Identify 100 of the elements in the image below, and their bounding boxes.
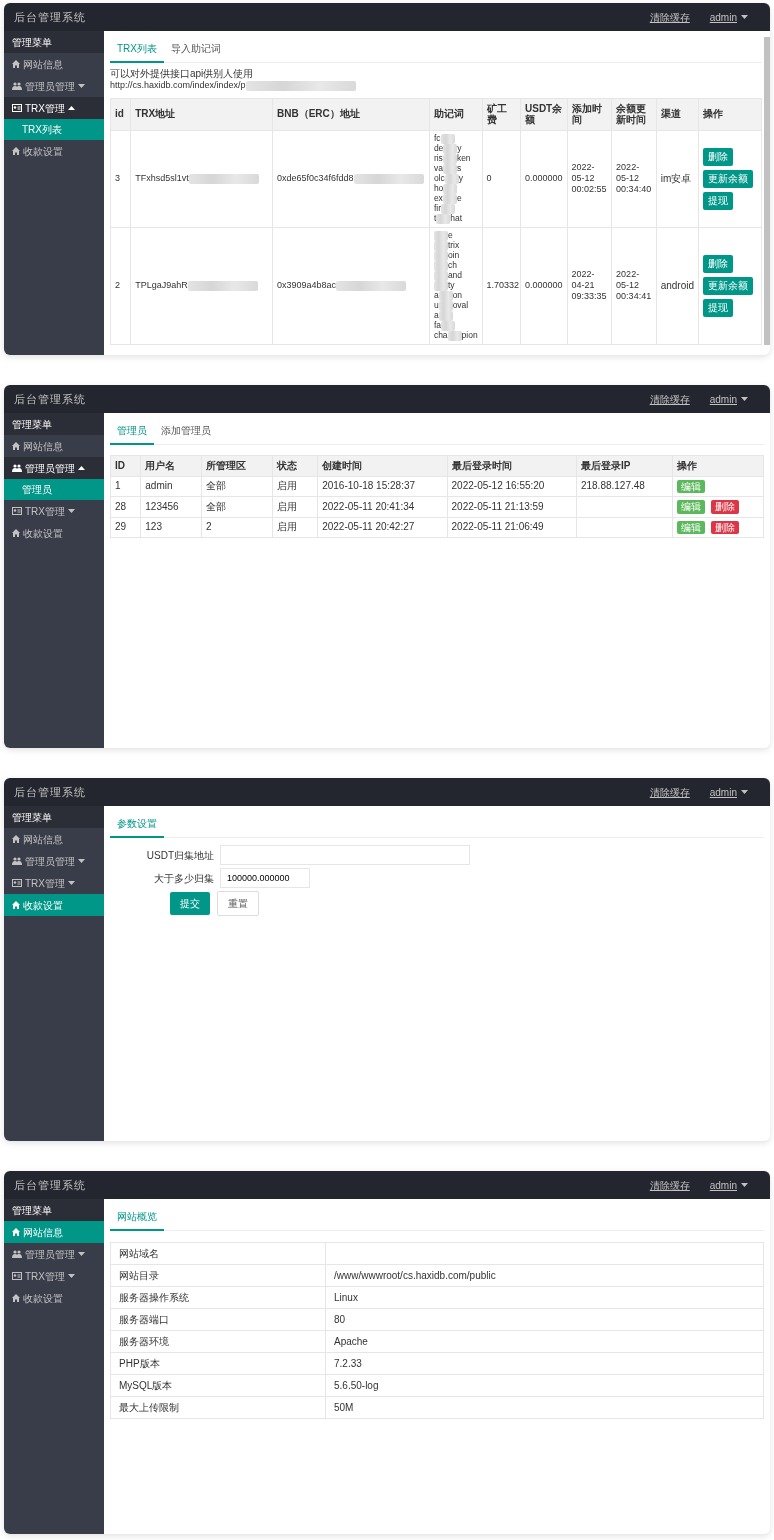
sidebar-item[interactable]: TRX管理 <box>4 1265 104 1287</box>
blurred-text <box>433 230 448 241</box>
column-header: TRX地址 <box>130 98 273 130</box>
blurred-text <box>442 193 457 204</box>
sidebar-title: 管理菜单 <box>4 31 104 53</box>
blurred-text <box>444 173 459 184</box>
tab[interactable]: 管理员 <box>110 419 154 445</box>
mnemonic-fragment: fir <box>433 202 441 213</box>
action-button[interactable]: 提现 <box>703 191 734 210</box>
table-cell: 2 <box>110 227 131 344</box>
input-field[interactable]: 100000.000000 <box>220 868 310 888</box>
form-button[interactable]: 提交 <box>170 892 210 915</box>
table-cell: 网站域名 <box>110 1242 326 1265</box>
sidebar-item[interactable]: TRX管理 <box>4 872 104 894</box>
home-icon <box>12 529 20 537</box>
action-button[interactable]: 删除 <box>710 520 739 534</box>
sidebar-item[interactable]: 管理员管理 <box>4 1243 104 1265</box>
table-cell: im安卓 <box>656 130 699 227</box>
users-icon <box>12 857 22 865</box>
tab[interactable]: TRX列表 <box>110 37 164 63</box>
table-cell: 2022-05-11 20:41:34 <box>317 496 448 517</box>
users-icon <box>12 464 22 472</box>
table-cell: 启用 <box>272 496 318 517</box>
sidebar-item[interactable]: 收款设置 <box>4 522 104 544</box>
id-card-icon <box>12 104 22 112</box>
action-button[interactable]: 更新余额 <box>703 276 754 295</box>
caret-icon <box>741 397 748 401</box>
blurred-text <box>441 320 455 331</box>
action-button[interactable]: 更新余额 <box>703 169 754 188</box>
column-header: id <box>110 98 131 130</box>
tab[interactable]: 参数设置 <box>110 812 164 838</box>
column-header: 状态 <box>272 455 318 476</box>
table-cell: 50M <box>325 1396 764 1419</box>
tab[interactable]: 添加管理员 <box>154 419 218 445</box>
table-cell: 最大上传限制 <box>110 1396 326 1419</box>
blurred-text <box>440 133 455 144</box>
sidebar-item[interactable]: 网站信息 <box>4 828 104 850</box>
field-label: 大于多少归集 <box>153 871 215 886</box>
mnemonic-fragment: ho <box>433 182 444 193</box>
sidebar-item[interactable]: 网站信息 <box>4 435 104 457</box>
sidebar-item[interactable]: 网站信息 <box>4 53 104 75</box>
form-button[interactable]: 重置 <box>217 891 259 916</box>
clear-cache-link[interactable]: 清除缓存 <box>649 784 690 800</box>
mnemonic-fragment: fa <box>433 319 441 330</box>
sidebar-item[interactable]: TRX管理 <box>4 97 104 119</box>
sidebar-item[interactable]: 管理员管理 <box>4 457 104 479</box>
mnemonic-fragment: t <box>433 212 437 223</box>
home-icon <box>12 147 20 155</box>
blurred-text <box>447 330 462 341</box>
sidebar-title: 管理菜单 <box>4 1199 104 1221</box>
column-header: 矿工费 <box>482 98 521 130</box>
clear-cache-link[interactable]: 清除缓存 <box>649 9 690 25</box>
table-cell: android <box>656 227 699 344</box>
table-cell: 80 <box>325 1308 764 1331</box>
user-menu[interactable]: admin <box>709 1177 748 1193</box>
action-button[interactable]: 删除 <box>710 500 739 514</box>
sidebar-item[interactable]: TRX管理 <box>4 500 104 522</box>
clear-cache-link[interactable]: 清除缓存 <box>649 1177 690 1193</box>
action-button[interactable]: 删除 <box>703 147 734 166</box>
sidebar-item[interactable]: 收款设置 <box>4 1287 104 1309</box>
brand-title: 后台管理系统 <box>14 784 86 800</box>
user-menu[interactable]: admin <box>709 784 748 800</box>
table-cell: 服务器操作系统 <box>110 1286 326 1309</box>
action-button[interactable]: 提现 <box>703 298 734 317</box>
scrollbar[interactable] <box>764 37 770 345</box>
mnemonic-fragment: y <box>458 172 463 183</box>
blurred-text <box>443 143 458 154</box>
sidebar-item[interactable]: 管理员管理 <box>4 75 104 97</box>
user-menu[interactable]: admin <box>709 9 748 25</box>
api-url: http://cs.haxidb.com/index/index/p <box>110 79 246 92</box>
clear-cache-link[interactable]: 清除缓存 <box>649 391 690 407</box>
mnemonic-fragment: e <box>447 229 453 240</box>
sidebar-subitem[interactable]: 管理员 <box>4 479 104 500</box>
tab[interactable]: 网站概览 <box>110 1205 164 1231</box>
home-icon <box>12 1294 20 1302</box>
sidebar-title: 管理菜单 <box>4 413 104 435</box>
mnemonic-fragment: e <box>456 192 462 203</box>
table-cell: Apache <box>325 1330 764 1353</box>
sidebar-item[interactable]: 网站信息 <box>4 1221 104 1243</box>
home-icon <box>12 1228 20 1236</box>
sidebar-item[interactable]: 收款设置 <box>4 894 104 916</box>
table-cell: 123456 <box>140 496 202 517</box>
sidebar-item[interactable]: 管理员管理 <box>4 850 104 872</box>
user-menu[interactable]: admin <box>709 391 748 407</box>
table-cell: 5.6.50-log <box>325 1374 764 1397</box>
mnemonic-fragment: on <box>452 289 463 300</box>
action-button[interactable]: 删除 <box>703 254 734 273</box>
table-cell: 2022-05-11 21:13:59 <box>447 496 577 517</box>
sidebar-subitem[interactable]: TRX列表 <box>4 119 104 140</box>
tab[interactable]: 导入助记词 <box>164 37 228 63</box>
blurred-text <box>442 163 457 174</box>
input-field[interactable] <box>220 845 470 865</box>
mnemonic-fragment: olc <box>433 172 445 183</box>
mnemonic-fragment: and <box>447 269 463 280</box>
table-cell: TPLgaJ9ahR <box>135 280 188 291</box>
sidebar-item[interactable]: 收款设置 <box>4 140 104 162</box>
table-cell: 2022-05-11 21:06:49 <box>447 517 577 538</box>
mnemonic-fragment: trix <box>447 239 460 250</box>
table-cell: 2022-05-12 00:34:40 <box>611 130 657 227</box>
column-header: 操作 <box>672 455 764 476</box>
